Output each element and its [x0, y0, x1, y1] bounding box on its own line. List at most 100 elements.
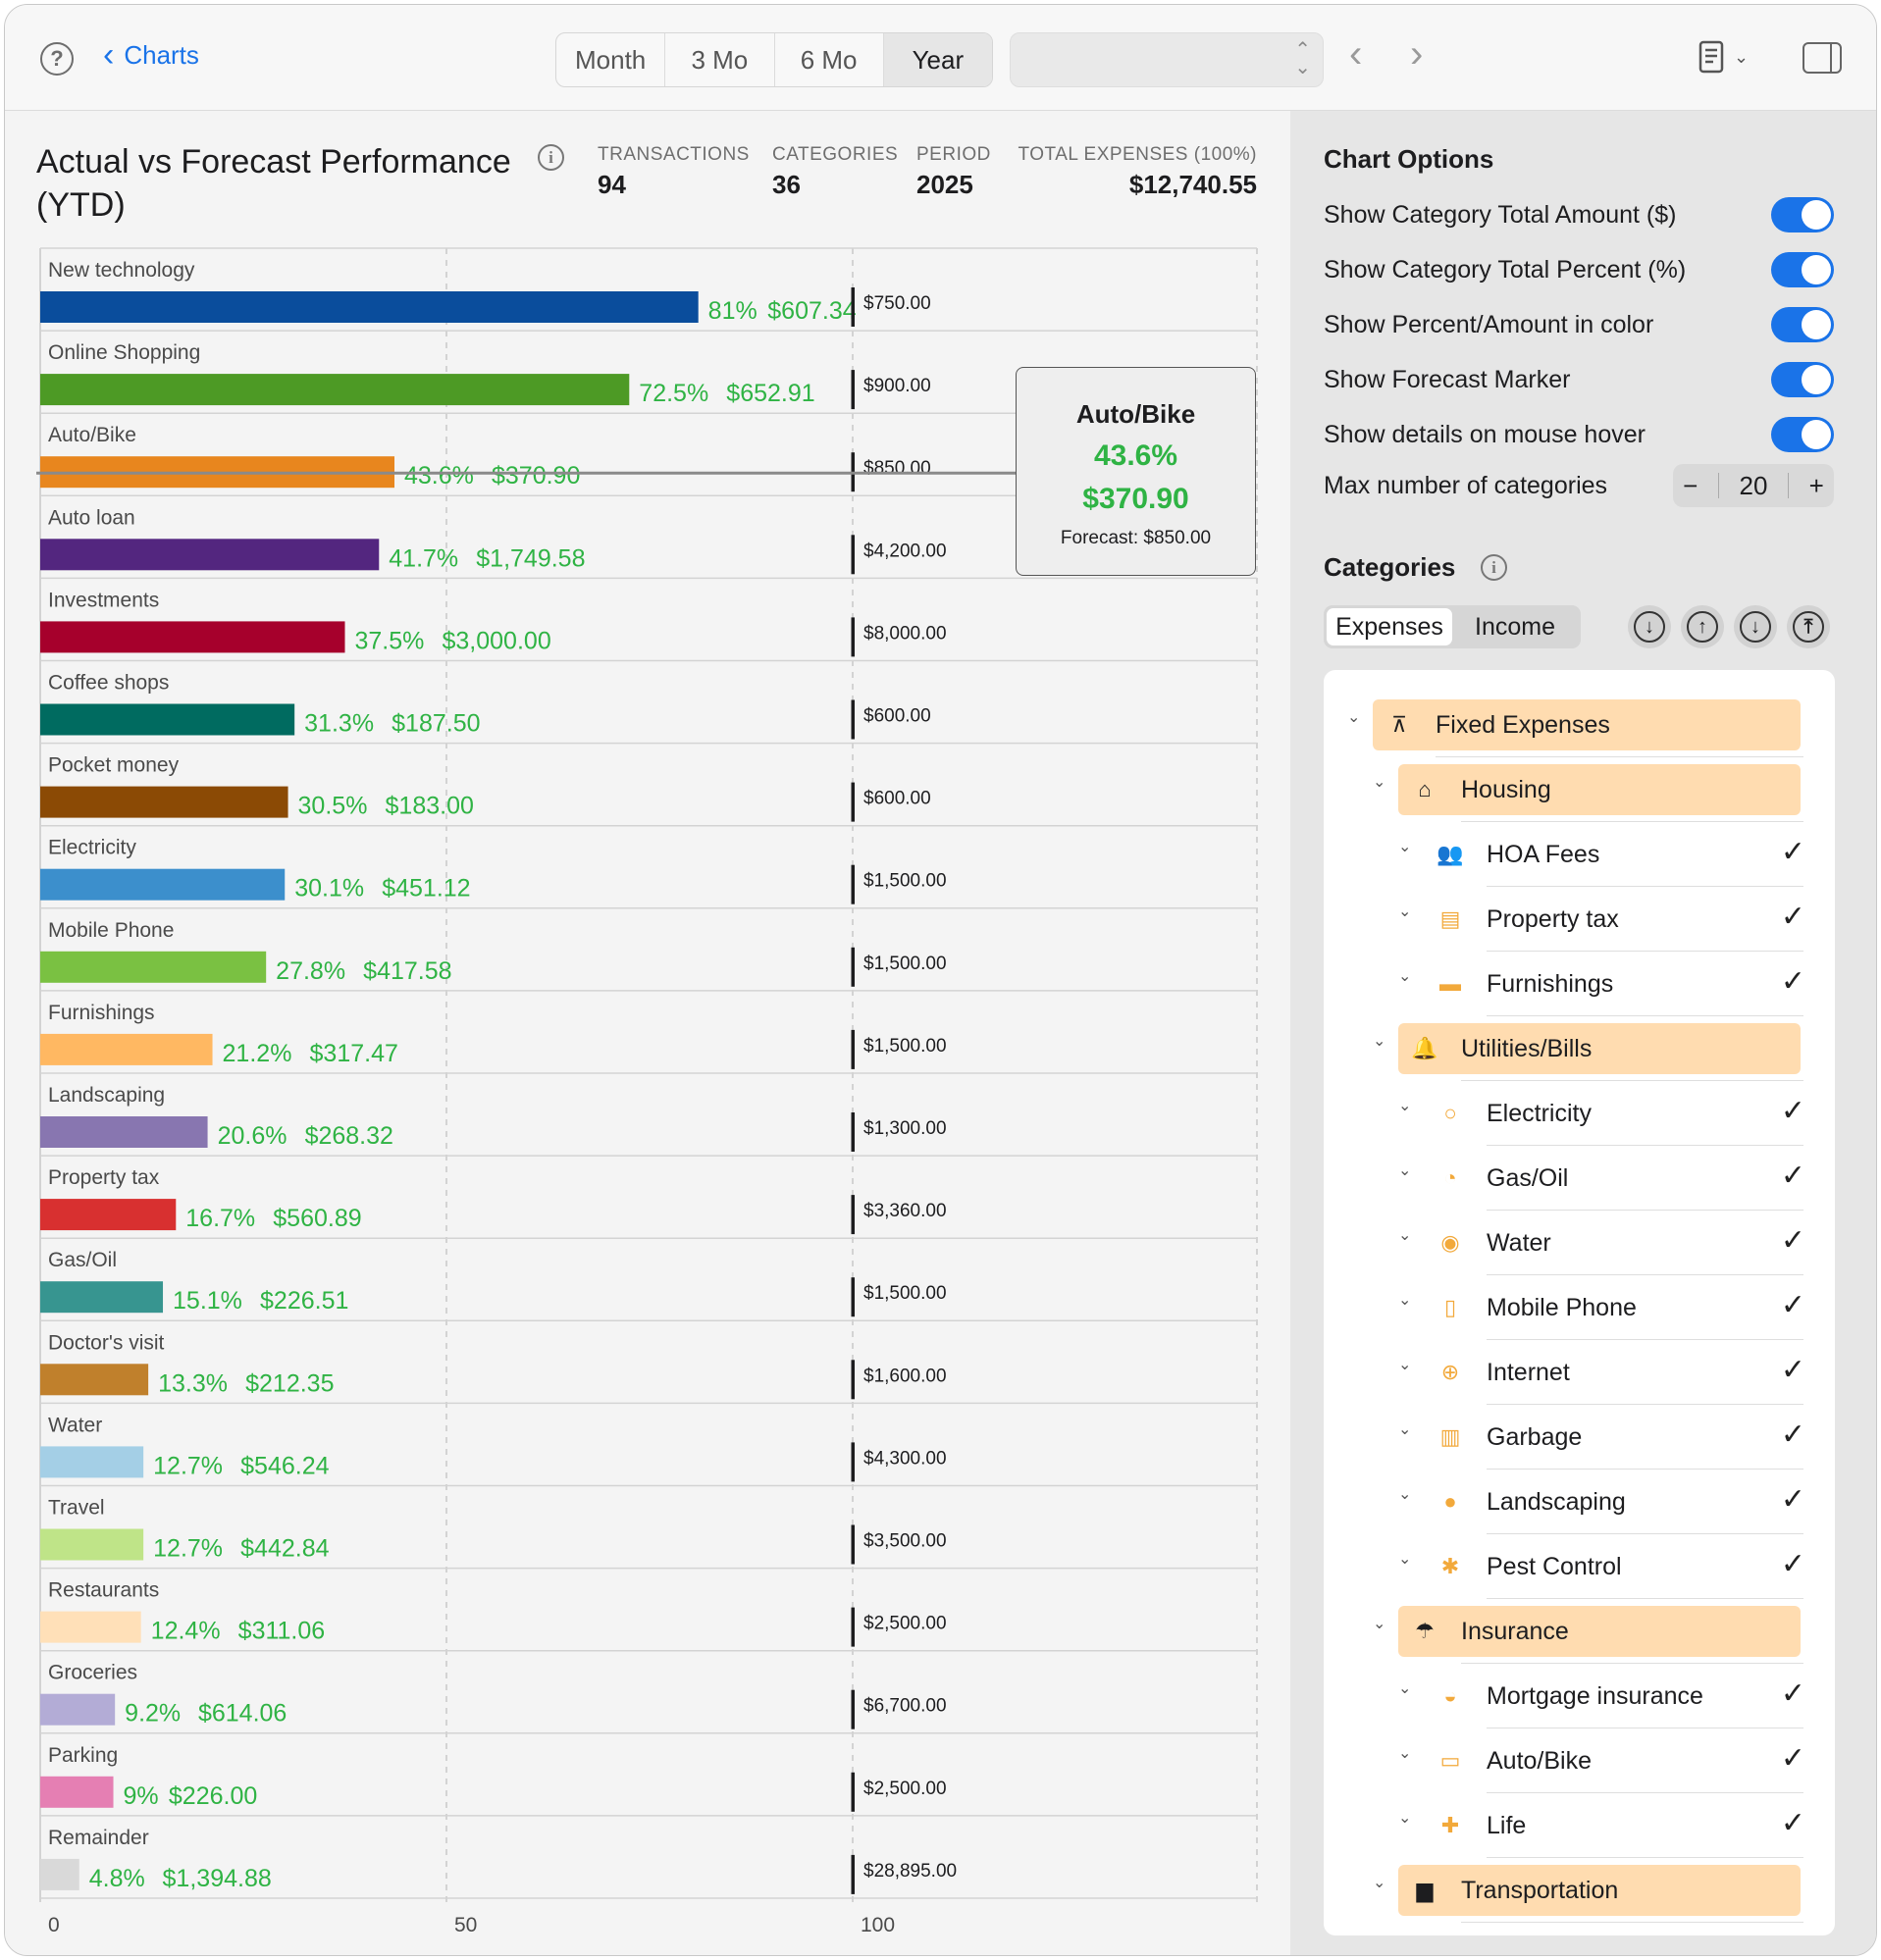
tree-item-water[interactable]: ⌄ ◉ Water ✓: [1324, 1217, 1835, 1275]
row-divider: [1436, 756, 1803, 757]
chevron-down-icon[interactable]: ⌄: [1373, 1614, 1385, 1633]
forecast-marker: [851, 1689, 855, 1729]
checkmark-icon[interactable]: ✓: [1781, 1482, 1805, 1517]
show-percent-toggle[interactable]: [1771, 252, 1834, 287]
amount-label: $546.24: [240, 1452, 329, 1479]
checkmark-icon[interactable]: ✓: [1781, 1159, 1805, 1193]
forecast-label: $1,300.00: [863, 1118, 947, 1139]
chevron-down-icon[interactable]: ⌄: [1398, 1161, 1411, 1180]
period-6mo[interactable]: 6 Mo: [775, 33, 884, 86]
previous-period-icon[interactable]: ‹: [1349, 34, 1362, 74]
checkmark-icon[interactable]: ✓: [1781, 1806, 1805, 1840]
checkmark-icon[interactable]: ✓: [1781, 1288, 1805, 1322]
tree-item-housing[interactable]: ⌄ ⌂ Housing: [1324, 764, 1835, 822]
decrement-button[interactable]: −: [1683, 471, 1698, 501]
move-down-button[interactable]: ↓: [1734, 605, 1777, 648]
forecast-label: $3,360.00: [863, 1201, 947, 1221]
tree-item-mortgage-insurance[interactable]: ⌄ ◒ Mortgage insurance ✓: [1324, 1671, 1835, 1728]
forecast-marker-toggle[interactable]: [1771, 362, 1834, 397]
tree-item-electricity[interactable]: ⌄ ○ Electricity ✓: [1324, 1088, 1835, 1146]
checkmark-icon[interactable]: ✓: [1781, 900, 1805, 934]
chevron-down-icon[interactable]: ⌄: [1398, 1419, 1411, 1439]
tree-item-transportation[interactable]: ⌄ ▆ Transportation: [1324, 1865, 1835, 1923]
chevron-down-icon[interactable]: ⌄: [1398, 1225, 1411, 1245]
checkmark-icon[interactable]: ✓: [1781, 1223, 1805, 1258]
category-label: Auto/Bike: [48, 424, 136, 446]
tree-item-pest-control[interactable]: ⌄ ✱ Pest Control ✓: [1324, 1541, 1835, 1599]
bar-gas-oil: [40, 1281, 164, 1314]
percent-label: 81%: [708, 297, 758, 325]
chevron-down-icon[interactable]: ⌄: [1398, 1355, 1411, 1374]
checkmark-icon[interactable]: ✓: [1781, 1353, 1805, 1387]
period-3mo[interactable]: 3 Mo: [665, 33, 775, 86]
row-divider: [1487, 1469, 1803, 1470]
period-month[interactable]: Month: [556, 33, 666, 86]
chevron-down-icon[interactable]: ⌄: [1398, 1096, 1411, 1115]
tree-item-auto-bike[interactable]: ⌄ ▭ Auto/Bike ✓: [1324, 1735, 1835, 1793]
tree-item-life[interactable]: ⌄ ✚ Life ✓: [1324, 1800, 1835, 1858]
amount-label: $652.91: [726, 380, 814, 407]
categories-info-icon[interactable]: i: [1481, 554, 1507, 581]
tree-item-utilities-bills[interactable]: ⌄ 🔔 Utilities/Bills: [1324, 1023, 1835, 1081]
document-menu-button[interactable]: ⌄: [1698, 40, 1749, 74]
tree-item-property-tax[interactable]: ⌄ ▤ Property tax ✓: [1324, 894, 1835, 952]
show-amount-toggle[interactable]: [1771, 197, 1834, 232]
tab-expenses[interactable]: Expenses: [1327, 608, 1452, 645]
chevron-down-icon: ⌄: [1734, 46, 1750, 67]
tree-item-gas-oil[interactable]: ⌄ ◔ Gas/Oil ✓: [1324, 1153, 1835, 1211]
percent-label: 27.8%: [276, 957, 345, 985]
chevron-down-icon[interactable]: ⌄: [1398, 1808, 1411, 1828]
chevron-down-icon[interactable]: ⌄: [1398, 1743, 1411, 1763]
back-button[interactable]: ‹ Charts: [103, 38, 199, 72]
option-label: Show Percent/Amount in color: [1324, 310, 1654, 338]
chevron-down-icon[interactable]: ⌄: [1398, 1290, 1411, 1310]
tree-item-insurance[interactable]: ⌄ ☂ Insurance: [1324, 1606, 1835, 1664]
sidebar-toggle-icon[interactable]: [1803, 42, 1842, 74]
tree-item-landscaping[interactable]: ⌄ ● Landscaping ✓: [1324, 1476, 1835, 1534]
row-divider: [1487, 886, 1803, 887]
checkmark-icon[interactable]: ✓: [1781, 1418, 1805, 1452]
bar-travel: [40, 1528, 144, 1561]
tree-item-fixed-expenses[interactable]: ⌄ ⊼ Fixed Expenses: [1324, 699, 1835, 757]
checkmark-icon[interactable]: ✓: [1781, 1676, 1805, 1711]
help-icon[interactable]: ?: [40, 42, 74, 76]
percent-label: 31.3%: [304, 710, 374, 738]
tree-item-garbage[interactable]: ⌄ ▥ Garbage ✓: [1324, 1412, 1835, 1470]
checkmark-icon[interactable]: ✓: [1781, 964, 1805, 999]
chevron-down-icon[interactable]: ⌄: [1398, 1484, 1411, 1504]
percent-label: 30.5%: [298, 793, 368, 820]
option-color: Show Percent/Amount in color: [1324, 305, 1834, 344]
period-year[interactable]: Year: [883, 33, 992, 86]
chevron-down-icon[interactable]: ⌄: [1373, 1031, 1385, 1051]
amount-label: $417.58: [363, 957, 451, 985]
next-period-icon[interactable]: ›: [1410, 34, 1423, 74]
checkmark-icon[interactable]: ✓: [1781, 835, 1805, 869]
sort-down-icon: ↓: [1634, 611, 1665, 643]
chevron-down-icon[interactable]: ⌄: [1347, 707, 1360, 727]
tree-item-hoa-fees[interactable]: ⌄ 👥 HOA Fees ✓: [1324, 829, 1835, 887]
checkmark-icon[interactable]: ✓: [1781, 1547, 1805, 1581]
chevron-down-icon[interactable]: ⌄: [1398, 1678, 1411, 1698]
sort-down-button[interactable]: ↓: [1628, 605, 1671, 648]
chevron-down-icon[interactable]: ⌄: [1398, 966, 1411, 986]
increment-button[interactable]: +: [1809, 471, 1824, 501]
tree-item-furnishings[interactable]: ⌄ ▬ Furnishings ✓: [1324, 958, 1835, 1016]
chevron-down-icon[interactable]: ⌄: [1373, 772, 1385, 792]
tree-item-internet[interactable]: ⌄ ⊕ Internet ✓: [1324, 1347, 1835, 1405]
move-top-button[interactable]: ⤒: [1787, 605, 1830, 648]
tree-item-mobile-phone[interactable]: ⌄ ▯ Mobile Phone ✓: [1324, 1282, 1835, 1340]
period-popup[interactable]: ⌃ ⌄: [1010, 32, 1324, 87]
sort-up-button[interactable]: ↑: [1681, 605, 1724, 648]
checkmark-icon[interactable]: ✓: [1781, 1741, 1805, 1776]
chevron-down-icon[interactable]: ⌄: [1373, 1873, 1385, 1892]
color-toggle[interactable]: [1771, 307, 1834, 342]
chevron-down-icon[interactable]: ⌄: [1398, 837, 1411, 856]
amount-label: $451.12: [382, 875, 470, 903]
percent-label: 43.6%: [404, 462, 474, 490]
hover-details-toggle[interactable]: [1771, 417, 1834, 452]
chevron-down-icon[interactable]: ⌄: [1398, 902, 1411, 921]
bar-new-technology: [40, 291, 699, 323]
chevron-down-icon[interactable]: ⌄: [1398, 1549, 1411, 1569]
checkmark-icon[interactable]: ✓: [1781, 1094, 1805, 1128]
tab-income[interactable]: Income: [1452, 608, 1578, 645]
